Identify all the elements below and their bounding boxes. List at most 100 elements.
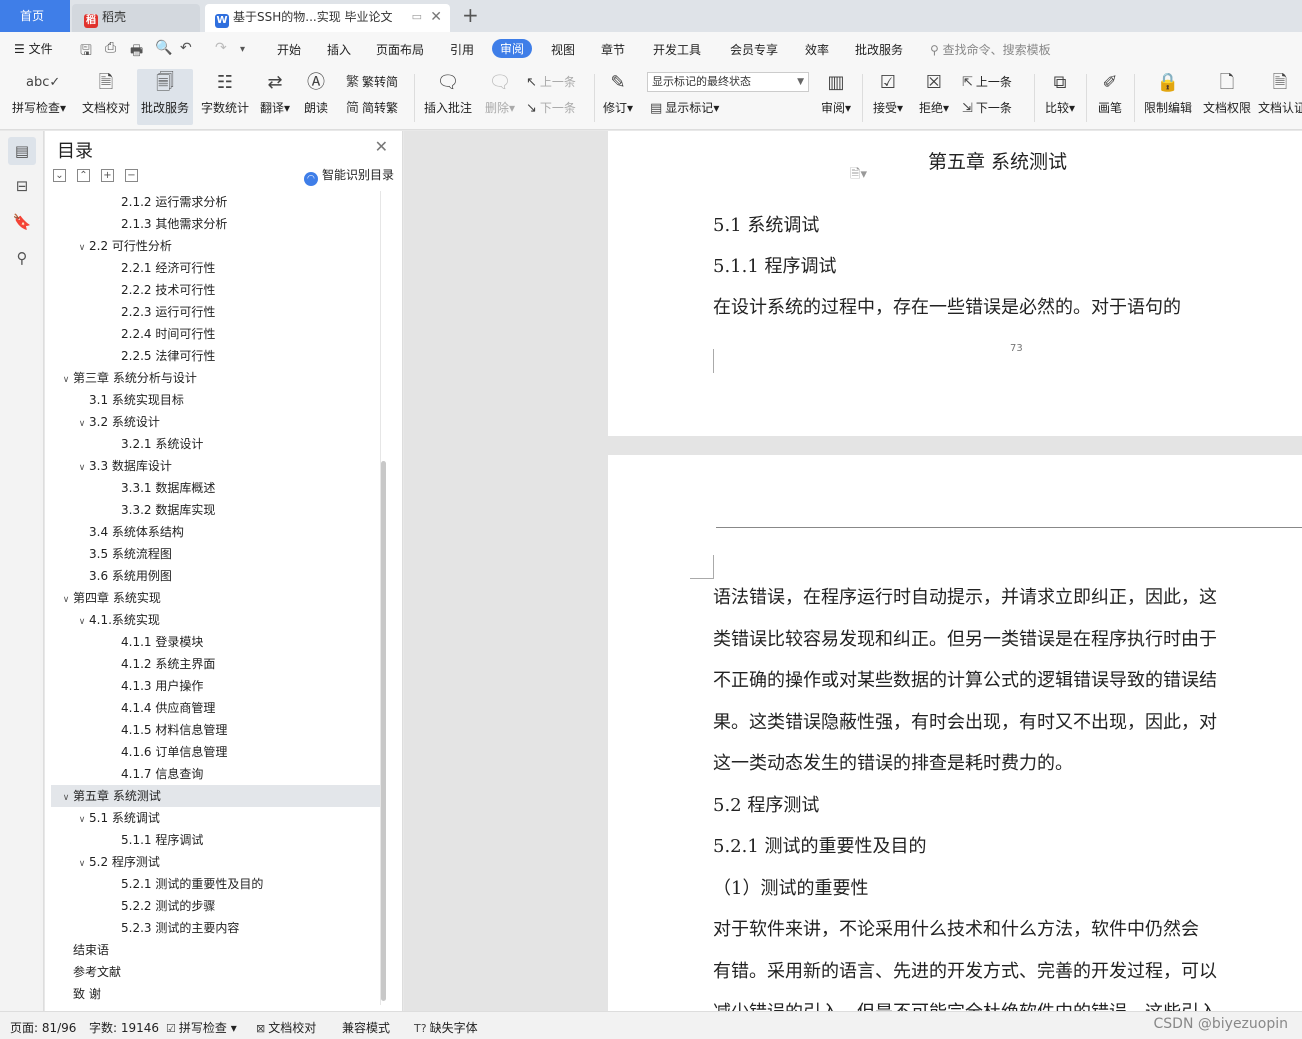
restrict-edit-button[interactable]: 🔒 限制编辑 (1140, 69, 1196, 125)
trad-to-simp-button[interactable]: 繁繁转简 (346, 72, 398, 92)
delete-comment-button[interactable]: 🗨 删除▾ (480, 69, 520, 125)
toc-item[interactable]: 4.1.7 信息查询 (51, 763, 380, 785)
insert-comment-button[interactable]: 🗨 插入批注 (420, 69, 476, 125)
toc-item[interactable]: 3.3.1 数据库概述 (51, 477, 380, 499)
close-icon[interactable]: ✕ (375, 137, 388, 156)
chapter-nav-icon[interactable]: ⊟ (8, 172, 36, 200)
toc-item[interactable]: 3.6 系统用例图 (51, 565, 380, 587)
spell-check-button[interactable]: abc✓ 拼写检查▾ (8, 69, 70, 125)
toc-item[interactable]: 3.3.2 数据库实现 (51, 499, 380, 521)
document-canvas[interactable]: 🗎▾ 第五章 系统测试 5.1 系统调试 5.1.1 程序调试 在设计系统的过程… (404, 131, 1302, 1011)
expand-all-icon[interactable]: + (101, 169, 114, 182)
word-count-button[interactable]: ☷ 字数统计 (197, 69, 253, 125)
menu-page-layout[interactable]: 页面布局 (376, 41, 424, 58)
toc-scrollbar[interactable] (381, 461, 386, 1001)
menu-insert[interactable]: 插入 (327, 41, 351, 58)
toc-item[interactable]: 5.2.3 测试的主要内容 (51, 917, 380, 939)
menu-correct-service[interactable]: 批改服务 (855, 41, 903, 58)
menu-developer[interactable]: 开发工具 (653, 41, 701, 58)
accept-button[interactable]: ☑ 接受▾ (868, 69, 908, 125)
simp-to-trad-button[interactable]: 简简转繁 (346, 98, 398, 118)
page-option-icon[interactable]: 🗎▾ (850, 165, 867, 187)
prev-comment-button[interactable]: ↖ 上一条 (526, 72, 576, 92)
toc-item[interactable]: 2.2.2 技术可行性 (51, 279, 380, 301)
toc-item[interactable]: 2.1.2 运行需求分析 (51, 191, 380, 213)
toc-item[interactable]: ∨ 3.3 数据库设计 (51, 455, 380, 477)
toc-item[interactable]: 4.1.6 订单信息管理 (51, 741, 380, 763)
toc-item[interactable]: 5.2.2 测试的步骤 (51, 895, 380, 917)
toc-item[interactable]: ∨ 2.2 可行性分析 (51, 235, 380, 257)
save-icon[interactable]: 🖫 (80, 40, 92, 64)
translate-button[interactable]: ⇄ 翻译▾ (257, 69, 293, 125)
toc-item[interactable]: 2.2.5 法律可行性 (51, 345, 380, 367)
review-pane-button[interactable]: ▥ 审阅▾ (816, 69, 856, 125)
new-tab-button[interactable]: + (462, 2, 479, 28)
document-page[interactable]: 🗎▾ 第五章 系统测试 5.1 系统调试 5.1.1 程序调试 在设计系统的过程… (608, 131, 1302, 436)
toc-panel-icon[interactable]: ▤ (8, 137, 36, 165)
menu-references[interactable]: 引用 (450, 41, 474, 58)
track-changes-button[interactable]: ✎ 修订▾ (600, 69, 636, 125)
toc-item[interactable]: 2.2.4 时间可行性 (51, 323, 380, 345)
tab-home[interactable]: 首页 (0, 0, 70, 32)
pin-icon[interactable]: ▭ (412, 4, 422, 30)
bookmark-icon[interactable]: 🔖 (8, 208, 36, 236)
chevron-down-icon[interactable]: ∨ (59, 369, 73, 391)
redo-icon[interactable]: ↷ (215, 40, 227, 56)
document-page[interactable]: 语法错误，在程序运行时自动提示，并请求立即纠正，因此，这 类错误比较容易发现和纠正… (608, 455, 1302, 1011)
doc-certify-button[interactable]: 🗎 文档认证 (1258, 69, 1302, 125)
toc-item[interactable]: 5.2.1 测试的重要性及目的 (51, 873, 380, 895)
collapse-down-icon[interactable]: ⌄ (53, 169, 66, 182)
menu-chapter[interactable]: 章节 (601, 41, 625, 58)
menu-view[interactable]: 视图 (551, 41, 575, 58)
next-comment-button[interactable]: ↘ 下一条 (526, 98, 576, 118)
compare-button[interactable]: ⧉ 比较▾ (1040, 69, 1080, 125)
close-tab-icon[interactable]: ✕ (430, 4, 442, 30)
chevron-down-icon[interactable]: ∨ (75, 413, 89, 435)
toc-item[interactable]: 结束语 (51, 939, 380, 961)
export-pdf-icon[interactable]: ⎙ (105, 40, 116, 56)
smart-toc-button[interactable]: ◠ 智能识别目录 (303, 166, 394, 186)
find-icon[interactable]: ⚲ (8, 244, 36, 272)
toc-item[interactable]: ∨ 第四章 系统实现 (51, 587, 380, 609)
command-search[interactable]: ⚲ 查找命令、搜索模板 (930, 41, 1051, 58)
undo-icon[interactable]: ↶ (180, 40, 192, 56)
doc-permission-button[interactable]: 🗋 文档权限 (1199, 69, 1255, 125)
read-aloud-button[interactable]: Ⓐ 朗读 (300, 69, 332, 125)
toc-item[interactable]: ∨ 5.1 系统调试 (51, 807, 380, 829)
reject-button[interactable]: ☒ 拒绝▾ (914, 69, 954, 125)
page-indicator[interactable]: 页面: 81/96 (10, 1019, 76, 1036)
toc-item[interactable]: 3.5 系统流程图 (51, 543, 380, 565)
toc-item[interactable]: 4.1.2 系统主界面 (51, 653, 380, 675)
chevron-down-icon[interactable]: ∨ (59, 787, 73, 809)
markup-state-select[interactable]: 显示标记的最终状态 ▼ (647, 72, 809, 92)
word-count-indicator[interactable]: 字数: 19146 (89, 1019, 159, 1036)
collapse-all-icon[interactable]: − (125, 169, 138, 182)
menu-member[interactable]: 会员专享 (730, 41, 778, 58)
tab-daoke[interactable]: 稻稻壳 (72, 4, 200, 32)
collapse-up-icon[interactable]: ⌃ (77, 169, 90, 182)
toc-item[interactable]: ∨ 3.2 系统设计 (51, 411, 380, 433)
toc-item[interactable]: 3.1 系统实现目标 (51, 389, 380, 411)
correct-service-button[interactable]: 🗐 批改服务 (137, 69, 193, 125)
proof-status[interactable]: ⊠ 文档校对 (256, 1019, 316, 1036)
toc-item[interactable]: ∨ 第五章 系统测试 (51, 785, 380, 807)
more-dropdown-icon[interactable]: ▾ (240, 44, 245, 55)
toc-item[interactable]: 参考文献 (51, 961, 380, 983)
menu-review[interactable]: 审阅 (492, 39, 533, 58)
print-preview-icon[interactable]: 🔍 (155, 40, 172, 56)
show-markup-button[interactable]: ▤ 显示标记▾ (650, 98, 719, 118)
print-icon[interactable]: 🖶 (130, 40, 143, 64)
toc-item[interactable]: 3.4 系统体系结构 (51, 521, 380, 543)
chevron-down-icon[interactable]: ∨ (75, 809, 89, 831)
chevron-down-icon[interactable]: ∨ (75, 457, 89, 479)
menu-efficiency[interactable]: 效率 (805, 41, 829, 58)
spell-check-status[interactable]: ☑ 拼写检查 ▾ (166, 1019, 237, 1036)
prev-change-button[interactable]: ⇱ 上一条 (962, 72, 1012, 92)
missing-font-status[interactable]: T? 缺失字体 (414, 1019, 478, 1036)
toc-item[interactable]: ∨ 5.2 程序测试 (51, 851, 380, 873)
toc-item[interactable]: 致 谢 (51, 983, 380, 1005)
toc-item[interactable]: 5.1.1 程序调试 (51, 829, 380, 851)
toc-item[interactable]: 4.1.1 登录模块 (51, 631, 380, 653)
toc-item[interactable]: 4.1.4 供应商管理 (51, 697, 380, 719)
toc-item[interactable]: 3.2.1 系统设计 (51, 433, 380, 455)
